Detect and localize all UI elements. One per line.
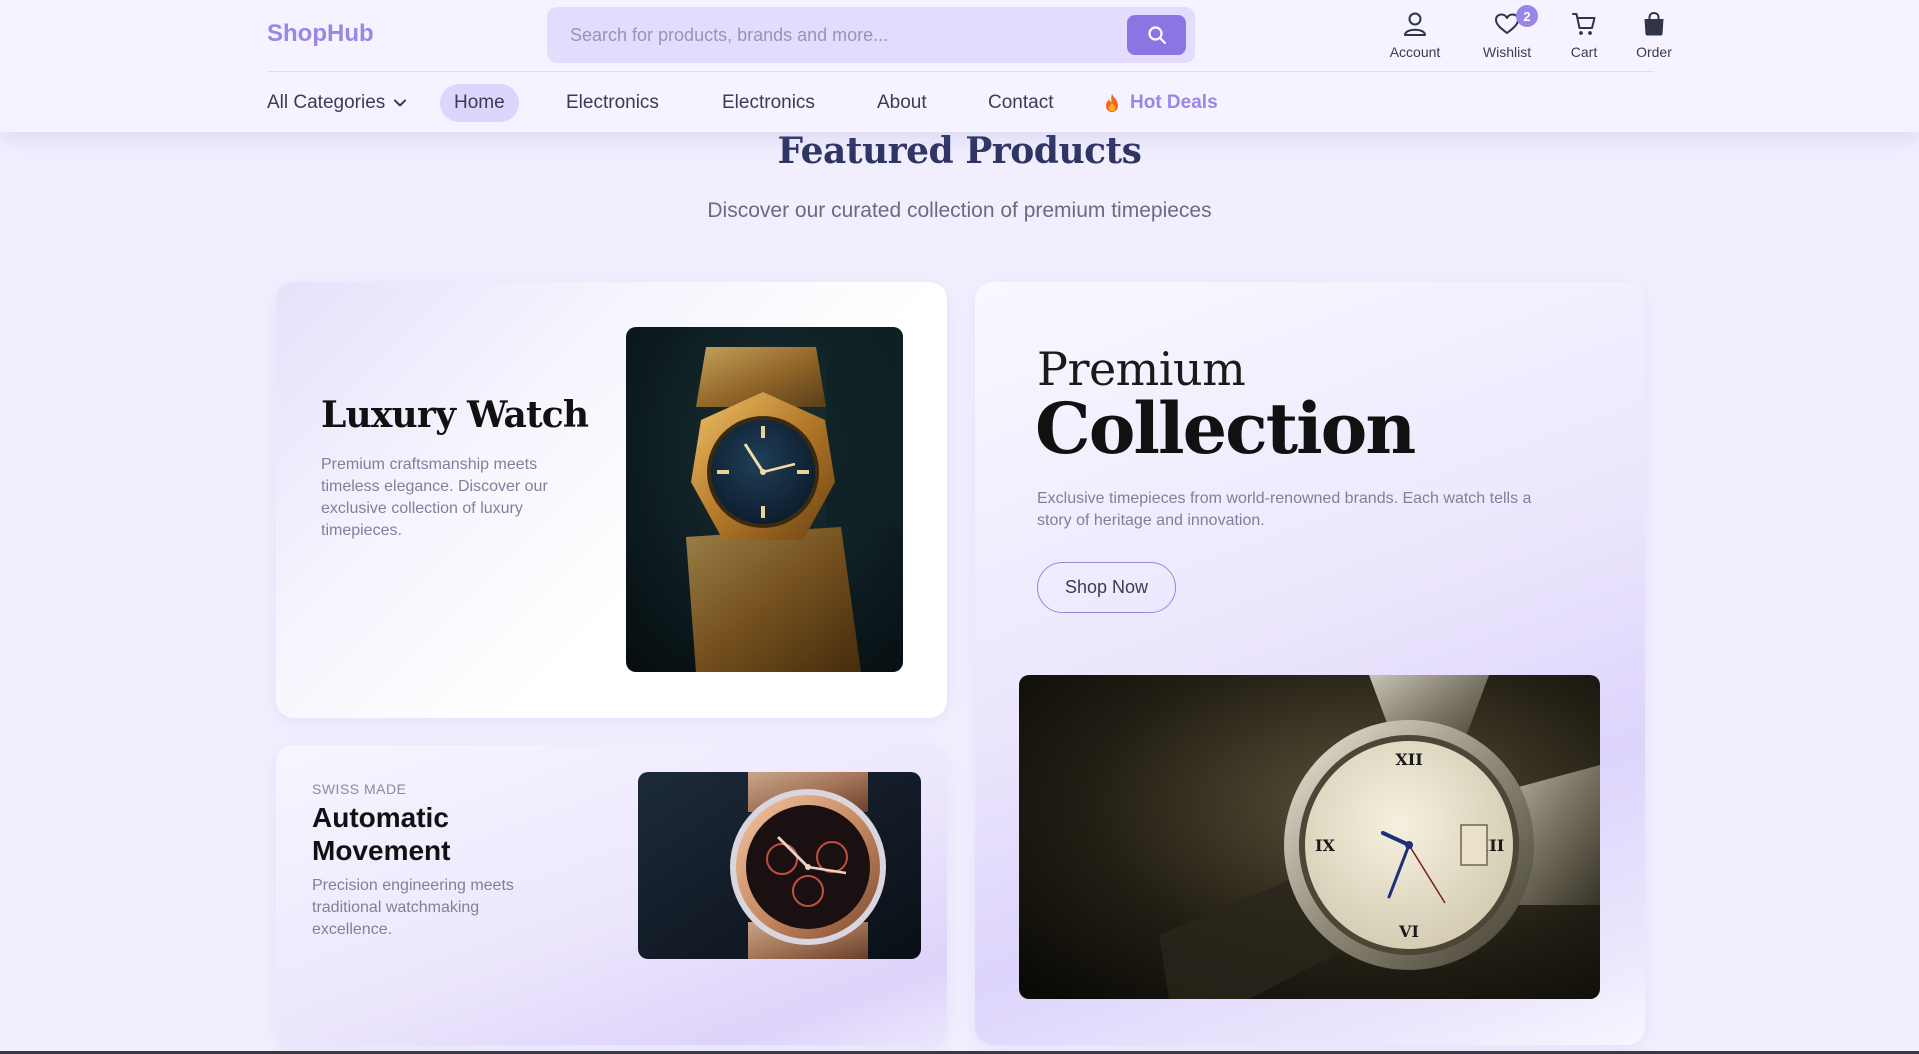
cart-label: Cart (1570, 44, 1598, 60)
card-description: Premium craftsmanship meets timeless ele… (321, 456, 548, 539)
cart-icon (1572, 13, 1596, 35)
card-title: Collection (1035, 387, 1416, 470)
site-header: ShopHub Account 2 (0, 0, 1919, 132)
card-description: Exclusive timepieces from world-renowned… (1037, 490, 1532, 529)
svg-text:IX: IX (1315, 836, 1335, 855)
svg-text:VI: VI (1398, 922, 1419, 941)
nav-home[interactable]: Home (440, 84, 519, 122)
premium-collection-card: Premium Collection Exclusive timepieces … (975, 282, 1645, 1045)
chronograph-watch-image (638, 772, 921, 959)
chevron-down-icon (394, 99, 407, 107)
order-button[interactable]: Order (1614, 8, 1694, 60)
gold-watch-image (626, 327, 903, 672)
nav-hot-deals[interactable]: Hot Deals (1104, 84, 1218, 122)
section-subtitle: Discover our curated collection of premi… (707, 199, 1212, 222)
user-icon (1404, 12, 1426, 36)
card-tag: SWISS MADE (312, 781, 407, 797)
bag-icon (1644, 11, 1664, 36)
card-title: Automatic Movement (312, 802, 451, 866)
card-title: Luxury Watch (321, 394, 589, 436)
wishlist-count-badge: 2 (1516, 5, 1538, 27)
search-bar (547, 7, 1195, 63)
hot-deals-label: Hot Deals (1130, 92, 1218, 113)
wishlist-label: Wishlist (1482, 44, 1532, 60)
account-label: Account (1389, 44, 1441, 60)
automatic-movement-card[interactable]: SWISS MADE Automatic Movement Precision … (276, 745, 947, 1045)
order-label: Order (1636, 44, 1672, 60)
section-title: Featured Products (777, 130, 1142, 172)
silver-watch-image: XII VI IX III (1019, 675, 1600, 999)
logo[interactable]: ShopHub (267, 20, 374, 48)
search-button[interactable] (1127, 15, 1186, 55)
search-icon (1147, 26, 1166, 45)
nav-about[interactable]: About (877, 84, 927, 122)
header-divider (267, 71, 1654, 72)
all-categories-dropdown[interactable]: All Categories (267, 84, 407, 122)
nav-electronics[interactable]: Electronics (566, 84, 659, 122)
nav-electronics-2[interactable]: Electronics (722, 84, 815, 122)
shop-now-button[interactable]: Shop Now (1037, 562, 1176, 613)
cart-button[interactable]: Cart (1544, 8, 1624, 60)
svg-text:XII: XII (1395, 750, 1422, 769)
all-categories-label: All Categories (267, 92, 386, 113)
card-description: Precision engineering meets traditional … (312, 877, 514, 938)
luxury-watch-card[interactable]: Luxury Watch Premium craftsmanship meets… (276, 282, 947, 718)
nav-contact[interactable]: Contact (988, 84, 1053, 122)
account-button[interactable]: Account (1375, 8, 1455, 60)
wishlist-button[interactable]: 2 Wishlist (1467, 5, 1547, 60)
search-input[interactable] (547, 7, 1107, 63)
flame-icon (1106, 94, 1118, 112)
